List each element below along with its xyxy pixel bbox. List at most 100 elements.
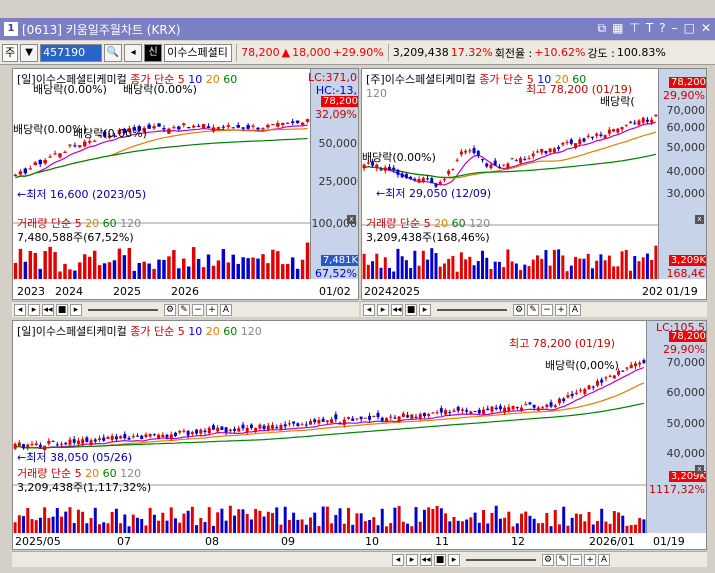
close-icon[interactable]: x bbox=[347, 215, 356, 224]
volume-bar bbox=[292, 512, 296, 533]
candle-body bbox=[152, 434, 156, 436]
close-icon[interactable]: ✕ bbox=[701, 21, 711, 36]
price-axis[interactable]: 78,200 29,90% 70,000 60,000 50,000 40,00… bbox=[658, 69, 706, 280]
candle-body bbox=[245, 427, 249, 433]
y-tick: 40,000 bbox=[666, 447, 706, 460]
zoom-out-button[interactable]: − bbox=[192, 303, 204, 316]
zoom-out-button[interactable]: − bbox=[541, 303, 553, 316]
candle-body bbox=[431, 412, 435, 414]
vol-tag: 3,209K bbox=[668, 255, 706, 266]
candle-body bbox=[167, 128, 171, 134]
maximize-icon[interactable]: □ bbox=[684, 21, 695, 36]
price-axis[interactable]: LC:371,0 HC:-13, 78,200 32,09% 50,000 25… bbox=[308, 69, 358, 280]
daily-chart-pane-small[interactable]: [일]이수스페셜티케미컬 종가 단순 5 10 20 60 LC:371,0 H… bbox=[12, 68, 359, 300]
current-price: 78,200 bbox=[241, 46, 280, 59]
candle-body bbox=[83, 141, 87, 147]
volume-bar bbox=[262, 516, 266, 533]
volume-bar bbox=[144, 525, 148, 533]
volume-bar bbox=[275, 507, 279, 533]
candle-body bbox=[72, 439, 76, 443]
auto-button[interactable]: A bbox=[569, 303, 581, 316]
zoom-in-button[interactable]: + bbox=[555, 303, 567, 316]
scroll-right-icon[interactable]: ▸ bbox=[28, 303, 40, 316]
scroll-left-icon[interactable]: ◂ bbox=[392, 553, 404, 566]
tool-icon[interactable]: ✎ bbox=[527, 303, 539, 316]
volume-bar bbox=[287, 520, 291, 533]
tool-icon[interactable]: ✎ bbox=[178, 303, 190, 316]
volume-bar bbox=[553, 509, 557, 533]
volume-bar bbox=[317, 525, 321, 533]
market-select[interactable]: 주 bbox=[2, 43, 19, 62]
restore-icon[interactable]: ⧉ bbox=[598, 21, 607, 36]
help-icon[interactable]: ? bbox=[659, 21, 665, 36]
volume-bar bbox=[468, 256, 472, 279]
scroll-right-icon[interactable]: ▸ bbox=[406, 553, 418, 566]
zoom-slider[interactable] bbox=[88, 308, 158, 311]
price-axis[interactable]: LC:105,5 78,200 29,90% 70,000 60,000 50,… bbox=[646, 321, 706, 533]
daily-large-chart-svg[interactable] bbox=[13, 321, 707, 550]
x-tick: 2025 bbox=[113, 285, 141, 298]
volume-bar bbox=[48, 246, 52, 279]
candle-body bbox=[654, 114, 658, 117]
ma20-label: 20 bbox=[205, 73, 220, 86]
volume-bar bbox=[78, 262, 82, 279]
candle-body bbox=[514, 160, 518, 162]
stock-code-input[interactable]: 457190 bbox=[40, 43, 103, 62]
volume-bar bbox=[418, 521, 422, 533]
first-icon[interactable]: ◂◂ bbox=[391, 303, 403, 316]
daily-small-chart-svg[interactable] bbox=[13, 69, 359, 300]
first-icon[interactable]: ◂◂ bbox=[420, 553, 432, 566]
first-icon[interactable]: ◂◂ bbox=[42, 303, 54, 316]
stop-icon[interactable]: ■ bbox=[434, 553, 446, 566]
auto-button[interactable]: A bbox=[598, 553, 610, 566]
annotation: 배당락(0.00%) bbox=[362, 151, 436, 164]
stop-icon[interactable]: ■ bbox=[405, 303, 417, 316]
close-icon[interactable]: x bbox=[695, 215, 704, 224]
scroll-left-icon[interactable]: ◂ bbox=[363, 303, 375, 316]
tool-icon[interactable]: ✎ bbox=[556, 553, 568, 566]
candle-body bbox=[624, 124, 628, 126]
candle-body bbox=[203, 430, 207, 432]
candle-body bbox=[226, 125, 231, 127]
stop-icon[interactable]: ■ bbox=[56, 303, 68, 316]
zoom-slider[interactable] bbox=[466, 558, 536, 561]
volume-bar bbox=[97, 265, 102, 279]
zoom-slider[interactable] bbox=[437, 308, 507, 311]
next-icon[interactable]: ▸ bbox=[70, 303, 82, 316]
volume-bar bbox=[152, 514, 156, 533]
font-icon[interactable]: T bbox=[646, 21, 653, 36]
search-icon[interactable]: 🔍 bbox=[104, 43, 123, 62]
volume-bar bbox=[258, 510, 262, 533]
volume-bar bbox=[271, 249, 275, 279]
auto-button[interactable]: A bbox=[220, 303, 232, 316]
next-icon[interactable]: ▸ bbox=[419, 303, 431, 316]
daily-chart-pane-large[interactable]: [일]이수스페셜티케미컬 종가 단순 5 10 20 60 120 LC:105… bbox=[12, 320, 707, 550]
dropdown-icon[interactable]: ▼ bbox=[20, 43, 39, 62]
close-icon[interactable]: x bbox=[695, 465, 704, 474]
candle-body bbox=[574, 392, 578, 394]
weekly-chart-pane[interactable]: [주]이수스페셜티케미컬 종가 단순 5 10 20 60 120 78,200… bbox=[361, 68, 707, 300]
pin-icon[interactable]: ⊤ bbox=[629, 21, 639, 36]
zoom-in-button[interactable]: + bbox=[206, 303, 218, 316]
minimize-icon[interactable]: – bbox=[672, 21, 678, 36]
zoom-in-button[interactable]: + bbox=[584, 553, 596, 566]
settings-icon[interactable]: ⚙ bbox=[513, 303, 525, 316]
scroll-left-icon[interactable]: ◂ bbox=[14, 303, 26, 316]
volume-bar bbox=[393, 507, 397, 533]
annotation: 배당락(0.00%) bbox=[33, 83, 107, 96]
next-icon[interactable]: ▸ bbox=[448, 553, 460, 566]
candle-body bbox=[493, 160, 497, 166]
settings-icon[interactable]: ⚙ bbox=[164, 303, 176, 316]
candle-body bbox=[363, 417, 367, 419]
vol-pct-tag: 168,4€ bbox=[666, 267, 706, 280]
volume-bar bbox=[638, 517, 642, 533]
ma-label: 종가 단순 bbox=[130, 325, 175, 338]
volume-bar bbox=[642, 519, 646, 533]
grid-icon[interactable]: ▦ bbox=[612, 21, 623, 36]
settings-icon[interactable]: ⚙ bbox=[542, 553, 554, 566]
credit-badge[interactable]: 신 bbox=[144, 43, 163, 62]
volume-bar bbox=[607, 255, 611, 279]
sound-icon[interactable]: ◂ bbox=[124, 43, 143, 62]
zoom-out-button[interactable]: − bbox=[570, 553, 582, 566]
scroll-right-icon[interactable]: ▸ bbox=[377, 303, 389, 316]
